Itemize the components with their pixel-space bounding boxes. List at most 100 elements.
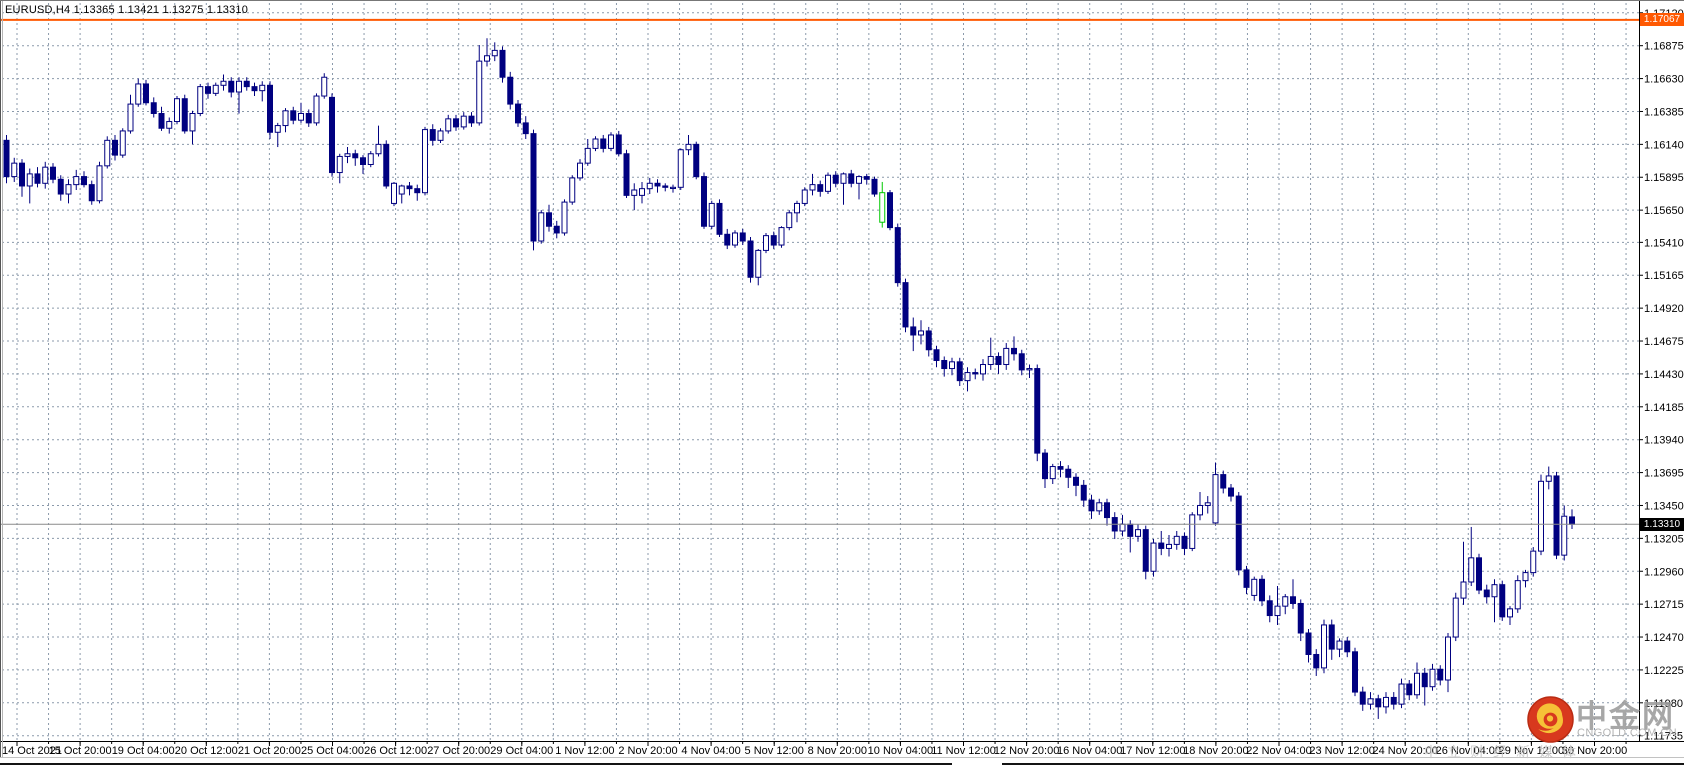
candle-body-bull [119, 130, 126, 156]
candle-body-bear [724, 233, 731, 246]
candle-body-bull [561, 201, 568, 234]
candle-body-bear [1290, 596, 1296, 604]
candle-body-bull [980, 364, 986, 375]
candle-body-bear [143, 83, 149, 104]
candle-body-bear [1018, 353, 1025, 371]
price-axis[interactable]: 1.171201.168751.166301.163851.161401.158… [1639, 8, 1684, 743]
candle-body-bull [949, 361, 955, 370]
candle-body-bull [460, 115, 467, 128]
time-axis-label: 20 Oct 12:00 [175, 745, 238, 757]
candle-body-bear [1437, 668, 1444, 681]
watermark-domain: CNGOLD.COM.CN [1577, 727, 1677, 739]
candle-body-bull [174, 98, 180, 123]
candle-body-bear [1375, 698, 1382, 708]
candle-body-bull [879, 192, 886, 223]
candle-body-bear [871, 178, 878, 195]
candle-body-bull [1135, 529, 1141, 537]
candle-body-bull [809, 184, 816, 191]
time-axis-label: 11 Nov 12:00 [931, 745, 996, 757]
candle-body-bear [1104, 502, 1110, 519]
candle-body-bull [538, 212, 545, 242]
candle-body-bear [615, 134, 622, 155]
time-axis-label: 17 Nov 12:00 [1120, 745, 1185, 757]
time-axis-label: 27 Oct 20:00 [427, 745, 490, 757]
candle-body-bull [918, 330, 924, 336]
candle-body-bear [770, 235, 777, 246]
price-axis-label: 1.14185 [1644, 402, 1684, 414]
candle-body-bear [701, 176, 707, 227]
candle-body-bull [592, 138, 599, 149]
current-price-tag: 1.13310 [1640, 518, 1684, 531]
candle-body-bull [96, 165, 103, 202]
candle-body-bull [1026, 368, 1033, 371]
candle-body-bear [1073, 476, 1079, 486]
candle-body-bear [1080, 484, 1087, 501]
price-axis-label: 1.16385 [1644, 106, 1684, 118]
candle-body-bear [1065, 468, 1072, 478]
candle-body-bull [1282, 596, 1289, 607]
candle-body-bull [778, 227, 785, 246]
candle-body-bull [1321, 624, 1327, 669]
candle-body-bull [135, 83, 142, 105]
candle-body-bear [1305, 632, 1312, 655]
candle-body-bear [243, 80, 250, 88]
candle-body-bull [631, 189, 638, 196]
candle-body-bull [367, 153, 374, 165]
candle-body-bear [1483, 589, 1490, 598]
candle-body-bear [499, 49, 506, 78]
candle-body-bear [1057, 466, 1064, 470]
candle-body-bear [468, 115, 475, 124]
candle-body-bull [569, 177, 576, 203]
candle-body-bull [1414, 672, 1420, 696]
candle-body-bull [1507, 608, 1513, 618]
time-axis-label: 19 Oct 04:00 [112, 745, 175, 757]
candle-body-bull [1468, 557, 1475, 583]
candle-body-bull [584, 147, 591, 164]
candle-body-bear [406, 185, 413, 190]
candle-body-bull [856, 176, 862, 184]
candle-body-bull [65, 184, 72, 195]
candle-body-bear [863, 176, 870, 180]
candle-body-bull [298, 112, 304, 121]
candle-body-bull [484, 55, 490, 62]
candle-body-bull [197, 86, 204, 114]
candle-body-bear [1228, 487, 1234, 497]
candle-body-bull [1522, 572, 1529, 582]
candle-body-bull [1197, 504, 1203, 516]
watermark-tagline: 中立财经新媒体 [1424, 744, 1585, 760]
chart-borders [0, 0, 1684, 757]
time-axis-label: 22 Nov 04:00 [1246, 745, 1311, 757]
candle-body-bear [941, 359, 948, 370]
candle-body-bear [1476, 557, 1482, 591]
time-axis-label: 16 Nov 04:00 [1057, 745, 1122, 757]
candle-body-bear [251, 86, 258, 92]
candle-body-bear [414, 188, 421, 194]
candle-body-bear [1127, 523, 1134, 537]
price-axis-label: 1.15895 [1644, 172, 1684, 184]
candle-body-bear [1499, 584, 1506, 618]
candle-body-bull [445, 118, 452, 132]
candle-body-bear [716, 202, 723, 235]
candle-body-bear [1042, 452, 1048, 480]
candle-body-bear [1421, 672, 1428, 688]
price-axis-label: 1.16875 [1644, 41, 1684, 53]
candle-body-bull [104, 139, 111, 167]
candle-body-bull [220, 80, 227, 86]
candle-body-bull [677, 149, 684, 188]
candle-body-bear [57, 178, 64, 195]
candle-body-bear [910, 326, 917, 336]
candles-layer[interactable] [3, 38, 1575, 719]
candle-body-bear [894, 227, 901, 284]
candle-body-bull [1545, 475, 1552, 482]
candle-body-bull [259, 84, 266, 92]
time-axis[interactable]: 14 Oct 202115 Oct 20:00 19 Oct 04:00 20 Oc… [2, 741, 1627, 757]
candle-body-bear [50, 166, 56, 180]
price-axis-label: 1.15410 [1644, 237, 1684, 249]
candle-body-bear [352, 153, 359, 159]
candle-body-bear [925, 330, 932, 351]
candle-body-bull [1204, 502, 1211, 506]
candlestick-chart[interactable]: 1.171201.168751.166301.163851.161401.158… [0, 0, 1684, 767]
candle-body-bear [956, 361, 963, 382]
time-axis-label: 8 Nov 20:00 [808, 745, 867, 757]
candle-body-bull [1429, 668, 1436, 688]
